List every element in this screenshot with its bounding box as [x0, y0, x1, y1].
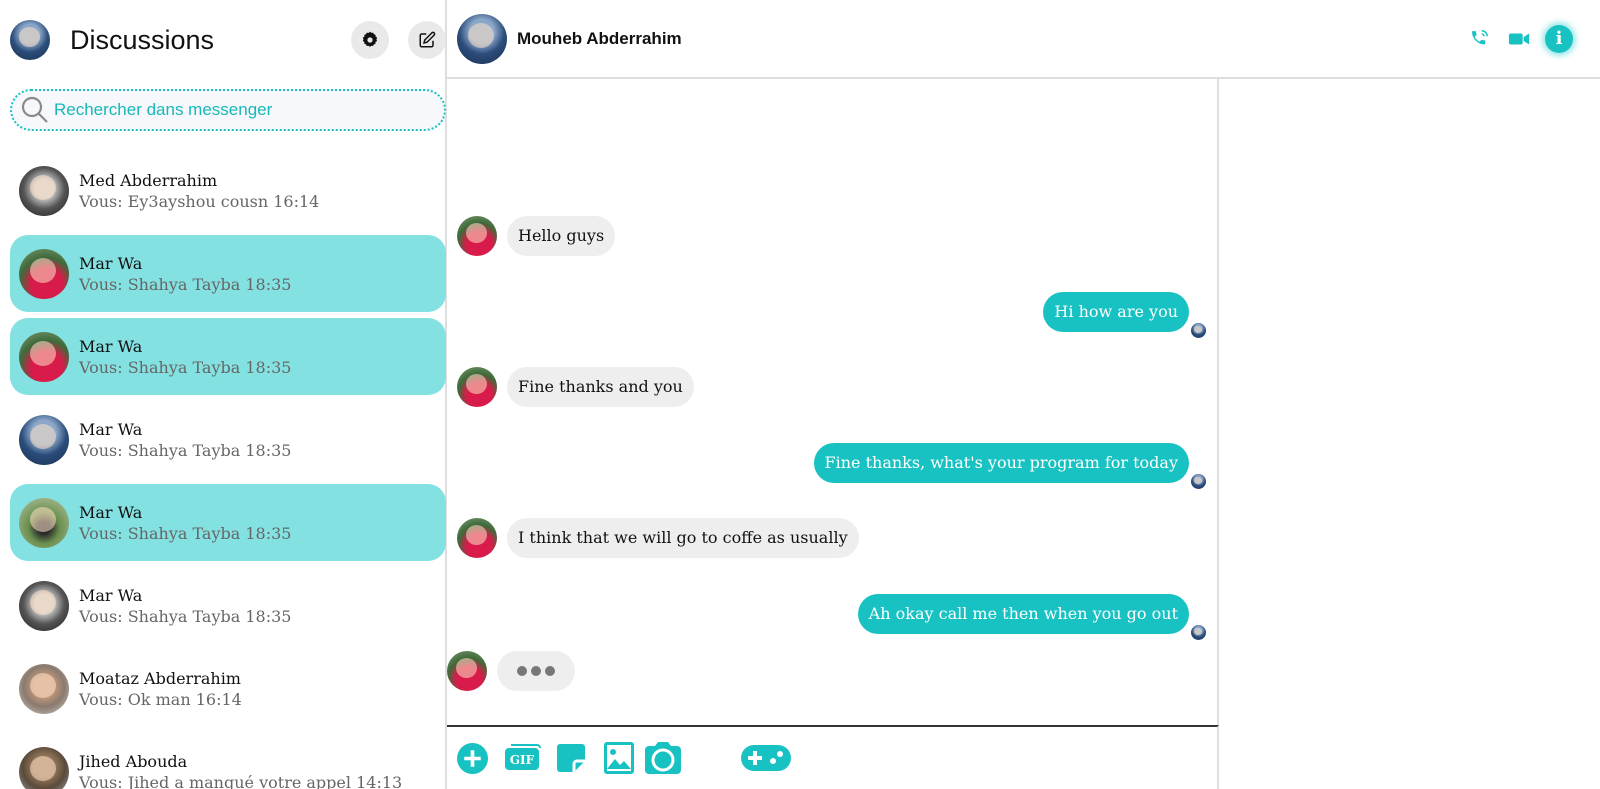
video-icon [1508, 33, 1530, 44]
image-icon [604, 742, 634, 774]
phone-icon [1472, 29, 1488, 44]
chat-header: Mouheb Abderrahim i [447, 0, 1600, 79]
gif-icon: GIF [505, 744, 541, 770]
message-bubble[interactable]: I think that we will go to coffe as usua… [507, 518, 859, 558]
sidebar-title: Discussions [70, 24, 215, 55]
game-controller-icon [741, 745, 791, 771]
typing-indicator [497, 651, 575, 691]
seen-avatar [1191, 323, 1206, 338]
conversation-name: Mar Wa [79, 253, 143, 273]
conversation-name: Mar Wa [79, 585, 143, 605]
gear-icon [362, 31, 378, 47]
outgoing-message: Hi how are you [1043, 292, 1206, 338]
message-bubble[interactable]: Ah okay call me then when you go out [857, 594, 1189, 634]
avatar [19, 414, 69, 465]
info-icon: i [1545, 24, 1573, 53]
avatar [19, 331, 69, 382]
conversation-name: Moataz Abderrahim [79, 668, 241, 688]
sender-avatar [447, 651, 487, 691]
sidebar-header: Discussions [10, 20, 446, 60]
sender-avatar [457, 367, 497, 407]
outgoing-message: Ah okay call me then when you go out [857, 594, 1206, 640]
my-avatar[interactable] [10, 20, 50, 60]
gif-label: GIF [510, 753, 535, 767]
search-input[interactable] [54, 100, 414, 120]
avatar [19, 746, 69, 789]
conversation-item[interactable]: Mar Wa Vous: Shahya Tayba 18:35 [10, 484, 446, 561]
sender-avatar [457, 216, 497, 256]
conversation-preview: Vous: Shahya Tayba 18:35 [79, 606, 292, 626]
conversation-item[interactable]: Mar Wa Vous: Shahya Tayba 18:35 [10, 567, 446, 644]
add-button[interactable] [457, 741, 488, 775]
info-button[interactable]: i [1544, 24, 1574, 54]
conversation-item[interactable]: Mar Wa Vous: Shahya Tayba 18:35 [10, 401, 446, 478]
sender-avatar [457, 518, 497, 558]
image-button[interactable] [603, 741, 635, 775]
message-thread: Hello guys Hi how are you Fine thanks an… [447, 79, 1219, 725]
avatar [19, 165, 69, 216]
settings-button[interactable] [351, 21, 389, 59]
conversation-item[interactable]: Moataz Abderrahim Vous: Ok man 16:14 [10, 650, 446, 727]
conversation-sidebar: Discussions Med AbderrahimVous: Ey3aysho… [0, 0, 447, 789]
search-bar[interactable] [10, 89, 446, 131]
sticker-icon [557, 744, 585, 772]
conversation-preview: Vous: Shahya Tayba 18:35 [79, 523, 292, 543]
conversation-name: Med Abderrahim [79, 170, 218, 190]
conversation-item[interactable]: Jihed Abouda Vous: Jihed a manqué votre a… [10, 733, 446, 789]
conversation-preview: Vous: Shahya Tayba 18:35 [79, 357, 292, 377]
conversation-item[interactable]: Mar Wa Vous: Shahya Tayba 18:35 [10, 235, 446, 312]
message-bubble[interactable]: Hi how are you [1043, 292, 1189, 332]
seen-avatar [1191, 474, 1206, 489]
message-bubble[interactable]: Hello guys [507, 216, 616, 256]
contact-name[interactable]: Mouheb Abderrahim [517, 29, 1454, 49]
contact-avatar[interactable] [457, 13, 507, 64]
conversation-item[interactable]: Med Abderrahim Vous: Ey3ayshou cousn 16:1… [10, 152, 446, 229]
conversation-preview: Vous: Ok man 16:14 [79, 689, 242, 709]
incoming-message: Fine thanks and you [457, 367, 694, 407]
new-message-button[interactable] [408, 21, 446, 59]
avatar [19, 580, 69, 631]
conversation-name: Jihed Abouda [79, 751, 188, 771]
edit-icon [419, 31, 436, 48]
conversation-name: Mar Wa [79, 419, 143, 439]
seen-avatar [1191, 625, 1206, 640]
message-composer: GIF [447, 725, 1219, 789]
conversation-name: Mar Wa [79, 502, 143, 522]
avatar [19, 248, 69, 299]
incoming-message: I think that we will go to coffe as usua… [457, 518, 859, 558]
conversation-item[interactable]: Mar Wa Vous: Shahya Tayba 18:35 [10, 318, 446, 395]
message-bubble[interactable]: Fine thanks and you [507, 367, 694, 407]
search-icon [21, 96, 48, 123]
message-bubble[interactable]: Fine thanks, what's your program for tod… [813, 443, 1189, 483]
incoming-message: Hello guys [457, 216, 616, 256]
game-button[interactable] [741, 741, 791, 775]
conversation-preview: Vous: Shahya Tayba 18:35 [79, 274, 292, 294]
video-call-button[interactable] [1504, 24, 1534, 54]
conversation-name: Mar Wa [79, 336, 143, 356]
gif-button[interactable]: GIF [505, 741, 541, 775]
conversation-list: Med Abderrahim Vous: Ey3ayshou cousn 16:1… [10, 152, 446, 789]
conversation-preview: Vous: Shahya Tayba 18:35 [79, 440, 292, 460]
camera-icon [645, 742, 681, 774]
camera-button[interactable] [643, 741, 683, 775]
avatar [19, 663, 69, 714]
avatar [19, 497, 69, 548]
typing-message [447, 651, 575, 691]
sticker-button[interactable] [557, 741, 587, 775]
conversation-preview: Vous: Ey3ayshou cousn 16:14 [79, 191, 320, 211]
conversation-preview: Vous: Jihed a manqué votre appel 14:13 [79, 772, 403, 789]
outgoing-message: Fine thanks, what's your program for tod… [813, 443, 1206, 489]
voice-call-button[interactable] [1464, 24, 1494, 54]
add-icon [457, 742, 488, 774]
